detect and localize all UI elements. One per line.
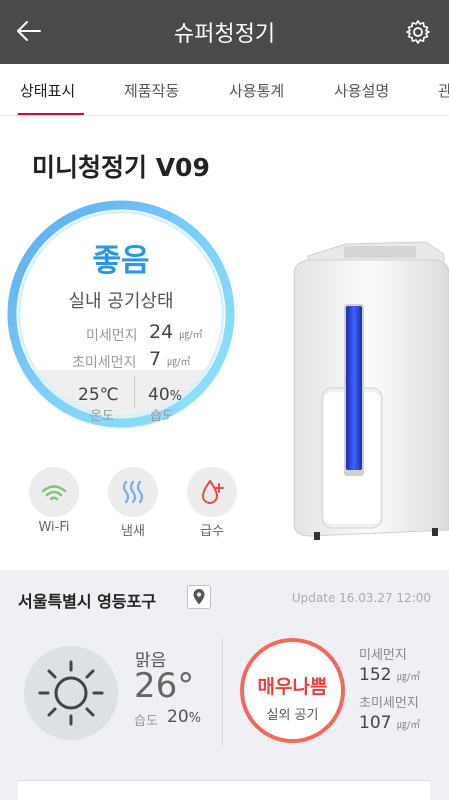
device-status-panel: 미니청정기 V09 좋음 실내 공기상태 미세먼지 24 ㎍/㎥ 초미세먼지 7… [0, 116, 449, 570]
indoor-temperature: 25℃ [78, 385, 119, 405]
outdoor-air-gauge: 매우나쁨 실외 공기 [240, 638, 345, 743]
tab-bar: 상태표시 제품작동 사용통계 사용설명 관 [0, 64, 449, 116]
app-header: 슈퍼청정기 [0, 0, 449, 64]
page-title: 슈퍼청정기 [173, 22, 276, 47]
indoor-air-status: 좋음 [92, 243, 150, 279]
outdoor-air-label: 실외 공기 [266, 708, 319, 723]
wifi-icon [41, 485, 67, 501]
forecast-strip [18, 780, 430, 800]
outdoor-temperature: 26° [134, 666, 195, 706]
tab-statistics[interactable]: 사용통계 [229, 80, 284, 101]
map-pin-icon [193, 589, 205, 605]
temperature-label: 온도 [90, 409, 114, 424]
odor-icon [122, 480, 144, 504]
gauge-ring [7, 200, 235, 428]
tab-manual[interactable]: 사용설명 [334, 80, 389, 101]
outdoor-humidity-label: 습도 [134, 714, 158, 729]
wifi-button[interactable] [29, 467, 79, 517]
humidity-label: 습도 [150, 409, 174, 424]
env-divider [134, 376, 135, 408]
outdoor-fine-dust-label: 미세먼지 [359, 648, 407, 663]
tab-management[interactable]: 관 [438, 80, 449, 101]
outdoor-weather-panel: 서울특별시 영등포구 Update 16.03.27 12:00 맑음 26° … [0, 570, 449, 800]
water-supply-button[interactable] [187, 467, 237, 517]
indoor-air-gauge: 좋음 실내 공기상태 미세먼지 24 ㎍/㎥ 초미세먼지 7 ㎍/㎥ 25℃ 온… [6, 199, 236, 429]
location-name: 서울특별시 영등포구 [18, 592, 157, 611]
wifi-label: Wi-Fi [38, 520, 70, 535]
ultrafine-dust-value: 7 ㎍/㎥ [149, 348, 191, 370]
device-model-name: 미니청정기 V09 [32, 153, 210, 182]
weather-divider [222, 638, 223, 746]
indoor-humidity: 40% [148, 385, 182, 405]
sun-icon [38, 660, 104, 726]
fine-dust-label: 미세먼지 [86, 328, 138, 344]
outdoor-fine-dust-value: 152 ㎍/㎥ [359, 665, 421, 685]
outdoor-ultrafine-dust-value: 107 ㎍/㎥ [359, 713, 421, 733]
ultrafine-dust-label: 초미세먼지 [72, 355, 137, 371]
water-supply-label: 급수 [200, 524, 224, 539]
tab-operation[interactable]: 제품작동 [124, 80, 179, 101]
odor-button[interactable] [108, 467, 158, 517]
location-button[interactable] [187, 585, 211, 609]
water-drop-plus-icon [202, 480, 224, 504]
gear-icon[interactable] [405, 19, 431, 45]
outdoor-air-status: 매우나쁨 [257, 676, 328, 698]
outdoor-ultrafine-dust-label: 초미세먼지 [359, 696, 419, 711]
odor-label: 냄새 [121, 524, 145, 539]
tab-status[interactable]: 상태표시 [20, 80, 75, 101]
outdoor-humidity-value: 20% [167, 707, 201, 727]
fine-dust-value: 24 ㎍/㎥ [149, 321, 203, 343]
update-timestamp: Update 16.03.27 12:00 [291, 591, 431, 605]
indoor-air-label: 실내 공기상태 [68, 291, 174, 312]
weather-condition-badge [24, 646, 118, 740]
purifier-image [293, 241, 449, 540]
